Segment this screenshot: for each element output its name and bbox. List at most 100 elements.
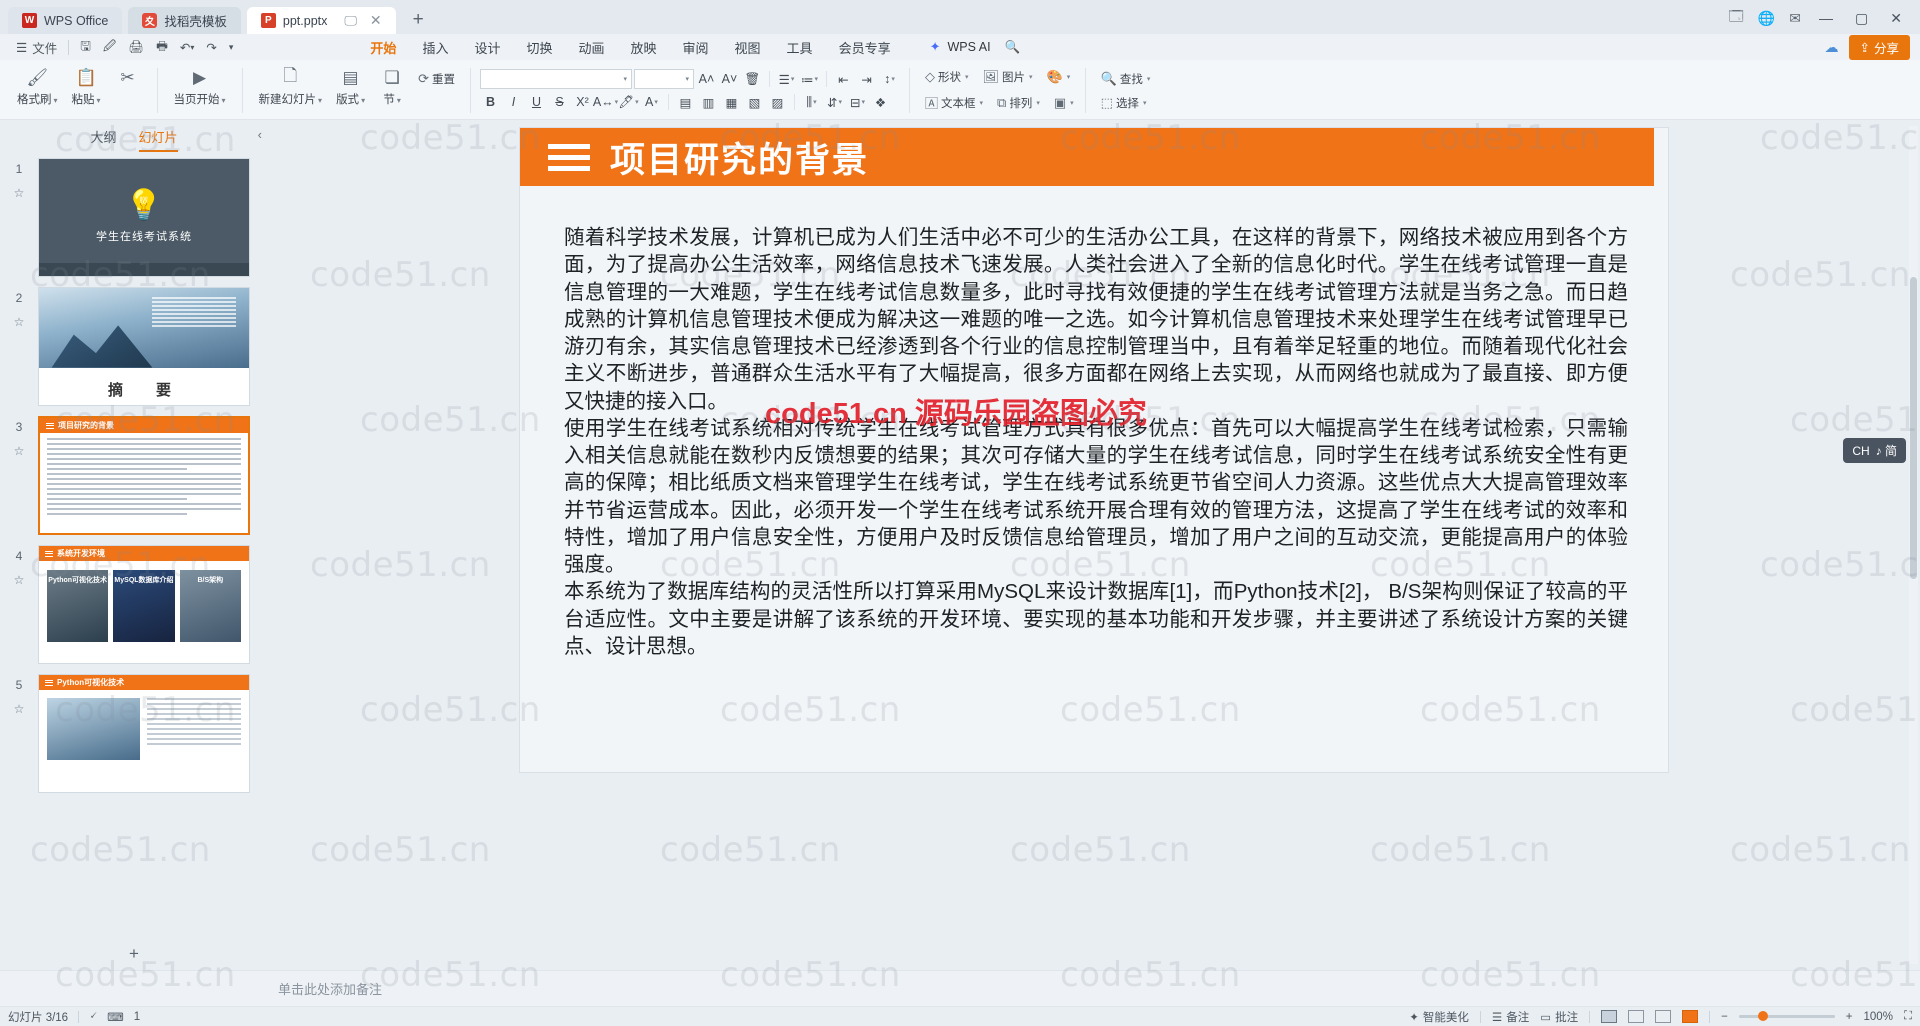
start-from-current-button[interactable]: ▶ 当页开始 ▾ [167,62,233,119]
decrease-font-icon[interactable]: A˅ [719,69,740,89]
section-button[interactable]: ❏ 节 ▾ [372,62,412,119]
align-text-icon[interactable]: ⊟ ▾ [847,92,868,112]
maximize-button[interactable]: ▢ [1851,10,1872,27]
star-icon[interactable]: ☆ [14,702,25,716]
app-tab-wps-office[interactable]: W WPS Office [8,7,123,34]
superscript-button[interactable]: X² [572,92,593,112]
search-icon[interactable]: 🔍 [1005,40,1021,55]
increase-font-icon[interactable]: A˄ [696,69,717,89]
find-button[interactable]: 🔍 查找 ▾ [1095,68,1157,90]
close-window-button[interactable]: ✕ [1886,10,1906,27]
numbered-list-icon[interactable]: ≔ ▾ [799,69,820,89]
shapes-button[interactable]: ◇ 形状 ▾ [919,66,975,88]
fit-to-window-icon[interactable]: ⛶ [1904,1010,1912,1023]
star-icon[interactable]: ☆ [14,186,25,200]
menu-item-tools[interactable]: 工具 [774,36,826,59]
slide-thumbnail-2[interactable]: 摘 要 [38,287,250,406]
slide-thumbnail-4[interactable]: 系统开发环境 Python可视化技术 MySQL数据库介绍 B/S架构 [38,545,250,664]
bold-button[interactable]: B [480,92,501,112]
globe-icon[interactable]: 🌐 [1758,10,1775,27]
quick-style-button[interactable]: ▣ ▾ [1048,90,1080,115]
bullet-list-icon[interactable]: ☰ ▾ [776,69,797,89]
slide-sorter-icon[interactable] [1628,1010,1645,1023]
thumbnail-list[interactable]: 1 ☆ 💡 学生在线考试系统 2 ☆ 摘 要 3 ☆ 项目研究的背景 4 ☆ 系… [0,158,268,940]
app-tab-ppt-file[interactable]: P ppt.pptx 🖵 ✕ [246,7,396,34]
cut-button[interactable]: ✂ [108,62,148,119]
print-preview-icon[interactable]: 🖶 [150,37,174,58]
menu-item-animations[interactable]: 动画 [565,36,617,59]
vertical-scrollbar[interactable] [1909,126,1918,964]
close-tab-icon[interactable]: ✕ [370,12,382,29]
format-painter-button[interactable]: 🖌 格式刷 ▾ [10,62,65,119]
char-spacing-icon[interactable]: A↔ ▾ [593,92,618,112]
font-family-select[interactable]: ▾ [479,69,632,89]
zoom-slider-knob[interactable] [1757,1011,1768,1021]
arrange-button[interactable]: ⧉ 排列 ▾ [991,90,1046,115]
slideshow-icon[interactable] [1682,1010,1699,1023]
smart-beauty-button[interactable]: ✦ 智能美化 [1409,1009,1469,1025]
zoom-in-button[interactable]: + [1846,1011,1853,1023]
normal-view-icon[interactable] [1601,1010,1618,1023]
wps-ai-button[interactable]: ✦ WPS AI [930,39,991,55]
tab-slides[interactable]: 幻灯片 [138,127,178,152]
fill-color-button[interactable]: 🎨 ▾ [1041,66,1077,88]
mail-icon[interactable]: ✉ [1789,10,1801,27]
print-icon[interactable]: 🖨 [122,40,150,55]
menu-item-insert[interactable]: 插入 [409,36,461,59]
language-icon[interactable]: ⌨ [107,1010,124,1024]
font-size-select[interactable]: ▾ [633,69,694,89]
line-spacing-icon[interactable]: ↕ ▾ [879,69,900,89]
cloud-icon[interactable]: ☁ [1825,39,1839,56]
text-direction-icon[interactable]: ⇵ ▾ [824,92,845,112]
star-icon[interactable]: ☆ [14,315,25,329]
file-menu-button[interactable]: ☰ 文件 [10,38,63,57]
notes-toggle-button[interactable]: ☰ 备注 [1492,1009,1529,1025]
app-tab-docer-template[interactable]: 夊 找稻壳模板 [128,7,241,34]
clear-format-icon[interactable]: 🗑 [742,69,763,89]
picture-button[interactable]: 🖼 图片 ▾ [977,66,1039,88]
slide-thumbnail-1[interactable]: 💡 学生在线考试系统 [38,158,250,277]
star-icon[interactable]: ☆ [14,444,25,458]
menu-item-review[interactable]: 审阅 [670,36,722,59]
zoom-slider[interactable] [1738,1011,1835,1021]
italic-button[interactable]: I [503,92,524,112]
current-slide[interactable]: 项目研究的背景 随着科学技术发展，计算机已成为人们生活中必不可少的生活办公工具，… [520,128,1668,772]
star-icon[interactable]: ☆ [14,573,25,587]
align-center-icon[interactable]: ▥ [698,92,719,112]
scrollbar-thumb[interactable] [1910,276,1917,579]
smartart-icon[interactable]: ❖ [870,92,891,112]
ime-status-badge[interactable]: CH ♪ 简 [1843,438,1906,463]
undo-icon[interactable]: ↶ ▾ [174,40,201,55]
select-button[interactable]: ⬚ 选择 ▾ [1095,92,1157,114]
backup-icon[interactable]: 🗔 [1729,6,1744,30]
paste-button[interactable]: 📋 粘贴 ▾ [65,62,108,119]
menu-item-member[interactable]: 会员专享 [826,36,904,59]
zoom-out-button[interactable]: − [1721,1011,1728,1023]
save-icon[interactable]: 🖫 [74,37,97,58]
new-tab-button[interactable]: + [402,9,435,34]
align-right-icon[interactable]: ▦ [721,92,742,112]
increase-indent-icon[interactable]: ⇥ [856,69,877,89]
decrease-indent-icon[interactable]: ⇤ [833,69,854,89]
spellcheck-icon[interactable]: 🗸 [89,1010,97,1023]
notes-pane[interactable]: 单击此处添加备注 [0,970,1920,1006]
new-slide-button[interactable]: 🗋 新建幻灯片 ▾ [252,62,330,119]
collapse-panel-icon[interactable]: ‹ [258,127,262,142]
slide-body-text[interactable]: 随着科学技术发展，计算机已成为人们生活中必不可少的生活办公工具，在这样的背景下，… [564,224,1628,660]
menu-item-transitions[interactable]: 切换 [513,36,565,59]
menu-item-view[interactable]: 视图 [722,36,774,59]
reset-button[interactable]: ⟳ 重置 [412,68,461,90]
justify-icon[interactable]: ▧ [744,92,765,112]
minimize-button[interactable]: — [1815,10,1837,26]
columns-icon[interactable]: ⫼ ▾ [801,92,822,112]
monitor-icon[interactable]: 🖵 [344,13,357,29]
menu-item-home[interactable]: 开始 [357,36,409,59]
customize-toolbar-icon[interactable]: ▾ [223,42,240,53]
distribute-icon[interactable]: ▨ [767,92,788,112]
comments-toggle-button[interactable]: ▭ 批注 [1540,1009,1578,1025]
font-color-icon[interactable]: A ▾ [641,92,662,112]
layout-button[interactable]: ▤ 版式 ▾ [329,62,372,119]
save-as-icon[interactable]: 🖉 [97,37,122,58]
align-left-icon[interactable]: ▤ [675,92,696,112]
menu-item-design[interactable]: 设计 [461,36,513,59]
